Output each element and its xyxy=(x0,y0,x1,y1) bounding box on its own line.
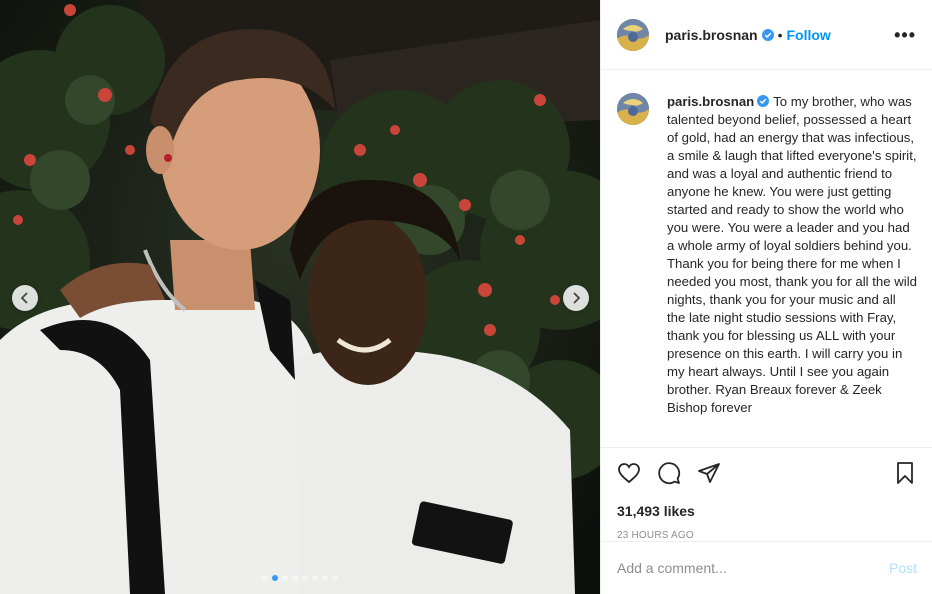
carousel-dot xyxy=(262,575,268,581)
carousel-indicator xyxy=(262,575,338,581)
carousel-dot xyxy=(332,575,338,581)
carousel-dot xyxy=(322,575,328,581)
carousel-dot xyxy=(302,575,308,581)
caption: paris.brosnan To my brother, who was tale… xyxy=(617,93,917,417)
verified-badge-icon xyxy=(761,28,774,41)
post-photo[interactable] xyxy=(0,0,600,594)
caption-body: To my brother, who was talented beyond b… xyxy=(667,94,917,415)
bookmark-icon[interactable] xyxy=(893,461,917,485)
carousel-dot xyxy=(292,575,298,581)
avatar[interactable] xyxy=(617,18,649,51)
caption-username-link[interactable]: paris.brosnan xyxy=(667,94,754,109)
username-link[interactable]: paris.brosnan xyxy=(665,27,758,43)
chevron-right-icon xyxy=(573,292,581,304)
post-comment-button[interactable]: Post xyxy=(889,560,917,576)
follow-button[interactable]: Follow xyxy=(787,27,831,43)
caption-scroll-area[interactable]: paris.brosnan To my brother, who was tale… xyxy=(601,71,932,447)
chevron-left-icon xyxy=(20,292,28,304)
heart-icon[interactable] xyxy=(617,461,641,485)
caption-avatar[interactable] xyxy=(617,93,649,125)
avatar-image xyxy=(617,18,649,51)
post-header: paris.brosnan • Follow ••• xyxy=(601,0,932,70)
verified-badge-icon xyxy=(757,95,770,107)
likes-count[interactable]: 31,493 likes xyxy=(617,503,917,519)
more-options-button[interactable]: ••• xyxy=(894,26,916,44)
comment-form: Post xyxy=(601,541,932,594)
comment-input[interactable] xyxy=(617,560,889,576)
carousel-dot xyxy=(282,575,288,581)
avatar-image xyxy=(617,93,649,125)
paper-plane-icon[interactable] xyxy=(697,461,721,485)
carousel-dot xyxy=(312,575,318,581)
next-slide-button[interactable] xyxy=(563,285,589,311)
photo-image xyxy=(0,0,600,594)
previous-slide-button[interactable] xyxy=(12,285,38,311)
post-actions: 31,493 likes 23 HOURS AGO xyxy=(601,447,932,541)
carousel-dot xyxy=(272,575,278,581)
caption-text: paris.brosnan To my brother, who was tale… xyxy=(667,93,917,417)
comment-icon[interactable] xyxy=(657,461,681,485)
separator-dot: • xyxy=(777,26,783,43)
post-timestamp[interactable]: 23 HOURS AGO xyxy=(617,530,917,541)
post-details-panel: paris.brosnan • Follow ••• paris.brosnan… xyxy=(600,0,932,594)
